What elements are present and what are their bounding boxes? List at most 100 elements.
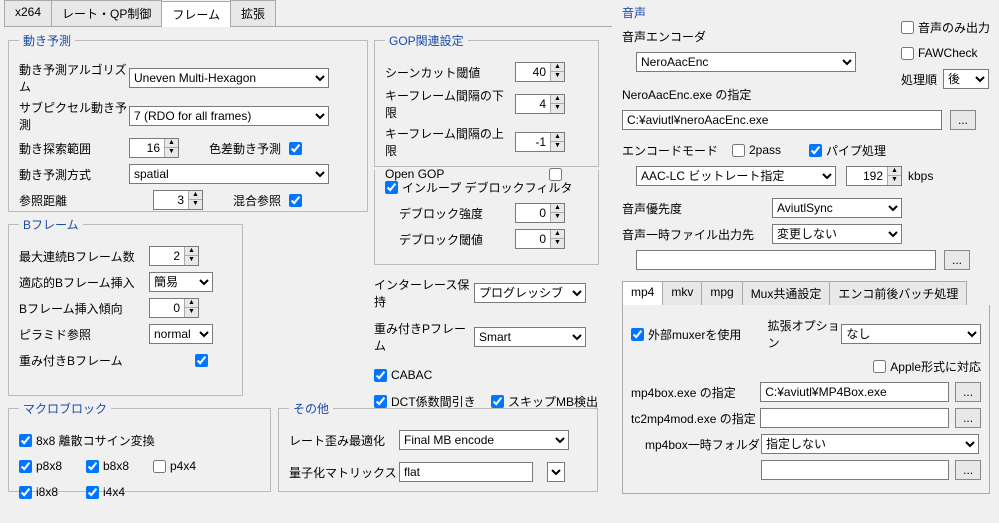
mp4box-temp-browse-button[interactable]: ... xyxy=(955,460,981,480)
subpel-select[interactable]: 7 (RDO for all frames) xyxy=(129,106,329,126)
mux-tab-common[interactable]: Mux共通設定 xyxy=(742,281,831,305)
twopass-label: 2pass xyxy=(749,143,809,157)
interlace-label: インターレース保持 xyxy=(374,276,474,310)
bitrate-spinner[interactable]: ▲▼ xyxy=(846,166,902,186)
ext-muxer-checkbox[interactable] xyxy=(631,328,644,341)
weightp-label: 重み付きPフレーム xyxy=(374,320,474,354)
deblock-thresh-spinner[interactable]: ▲▼ xyxy=(515,229,565,249)
tc2mp4-browse-button[interactable]: ... xyxy=(955,408,981,428)
mp4box-temp-select[interactable]: 指定しない xyxy=(761,434,979,454)
motion-algo-select[interactable]: Uneven Multi-Hexagon xyxy=(129,68,329,88)
b8x8-checkbox[interactable] xyxy=(86,460,99,473)
cabac-checkbox[interactable] xyxy=(374,369,387,382)
scenecut-spinner[interactable]: ▲▼ xyxy=(515,62,565,82)
gop-legend: GOP関連設定 xyxy=(385,32,468,49)
tab-frame[interactable]: フレーム xyxy=(161,1,231,27)
me-method-select[interactable]: spatial xyxy=(129,164,329,184)
encode-mode-select[interactable]: AAC-LC ビットレート指定 xyxy=(636,166,836,186)
inloop-deblock-checkbox[interactable] xyxy=(385,181,398,194)
interlace-select[interactable]: プログレッシブ xyxy=(474,283,586,303)
max-bframes-label: 最大連続Bフレーム数 xyxy=(19,248,149,265)
mux-tab-batch[interactable]: エンコ前後バッチ処理 xyxy=(829,281,967,305)
me-range-label: 動き探索範囲 xyxy=(19,140,129,157)
proc-order-select[interactable]: 後 xyxy=(943,69,989,89)
encode-mode-label: エンコードモード xyxy=(622,142,732,159)
keymin-label: キーフレーム間隔の下限 xyxy=(385,87,515,121)
mp4box-path-input[interactable] xyxy=(760,382,949,402)
b8x8-label: b8x8 xyxy=(103,459,153,473)
gop-fieldset: GOP関連設定 シーンカット閾値 ▲▼ キーフレーム間隔の下限 ▲▼ キーフレー… xyxy=(374,32,599,167)
mixed-ref-checkbox[interactable] xyxy=(289,194,302,207)
tab-rate[interactable]: レート・QP制御 xyxy=(51,0,162,26)
ext-option-label: 拡張オプション xyxy=(768,317,842,351)
mp4box-path-label: mp4box.exe の指定 xyxy=(631,384,760,401)
chroma-me-checkbox[interactable] xyxy=(289,142,302,155)
audio-only-checkbox[interactable] xyxy=(901,21,914,34)
dct8x8-checkbox[interactable] xyxy=(19,434,32,447)
deblock-thresh-label: デブロック閾値 xyxy=(385,231,515,248)
keymax-spinner[interactable]: ▲▼ xyxy=(515,132,565,152)
inloop-deblock-label: インループ デブロックフィルタ xyxy=(402,179,572,196)
mux-tab-mkv[interactable]: mkv xyxy=(662,281,702,305)
nero-path-browse-button[interactable]: ... xyxy=(950,110,976,130)
tab-x264[interactable]: x264 xyxy=(4,0,52,26)
motion-algo-label: 動き予測アルゴリズム xyxy=(19,61,129,95)
apple-compat-checkbox[interactable] xyxy=(873,360,886,373)
audio-temp-out-label: 音声一時ファイル出力先 xyxy=(622,226,772,243)
mux-tab-mp4[interactable]: mp4 xyxy=(622,281,663,305)
tc2mp4-path-input[interactable] xyxy=(760,408,949,428)
weight-b-label: 重み付きBフレーム xyxy=(19,352,149,369)
scenecut-label: シーンカット閾値 xyxy=(385,64,515,81)
fawcheck-checkbox[interactable] xyxy=(901,47,914,60)
rdo-select[interactable]: Final MB encode xyxy=(399,430,569,450)
me-method-label: 動き予測方式 xyxy=(19,166,129,183)
deblock-fieldset: インループ デブロックフィルタ デブロック強度 ▲▼ デブロック閾値 ▲▼ xyxy=(374,170,599,265)
keymin-spinner[interactable]: ▲▼ xyxy=(515,94,565,114)
pyramid-select[interactable]: normal xyxy=(149,324,213,344)
motion-fieldset: 動き予測 動き予測アルゴリズム Uneven Multi-Hexagon サブピ… xyxy=(8,32,368,212)
twopass-checkbox[interactable] xyxy=(732,144,745,157)
me-range-spinner[interactable]: ▲▼ xyxy=(129,138,179,158)
audio-temp-out-select[interactable]: 変更しない xyxy=(772,224,902,244)
subpel-label: サブピクセル動き予測 xyxy=(19,99,129,133)
mp4box-browse-button[interactable]: ... xyxy=(955,382,981,402)
ext-muxer-label: 外部muxerを使用 xyxy=(648,326,768,343)
p4x4-checkbox[interactable] xyxy=(153,460,166,473)
ext-option-select[interactable]: なし xyxy=(841,324,981,344)
max-bframes-spinner[interactable]: ▲▼ xyxy=(149,246,199,266)
audio-temp-browse-button[interactable]: ... xyxy=(944,250,970,270)
chroma-me-label: 色差動き予測 xyxy=(209,140,281,157)
mux-tab-mpg[interactable]: mpg xyxy=(701,281,742,305)
pyramid-label: ピラミド参照 xyxy=(19,326,149,343)
ref-label: 参照距離 xyxy=(19,192,129,209)
p4x4-label: p4x4 xyxy=(170,459,196,473)
deblock-strength-spinner[interactable]: ▲▼ xyxy=(515,203,565,223)
p8x8-checkbox[interactable] xyxy=(19,460,32,473)
ref-spinner[interactable]: ▲▼ xyxy=(153,190,203,210)
mp4box-temp-label: mp4box一時フォルダ xyxy=(631,436,761,453)
audio-encoder-select[interactable]: NeroAacEnc xyxy=(636,52,856,72)
mp4box-temp-path-input[interactable] xyxy=(761,460,949,480)
left-top-tabs: x264 レート・QP制御 フレーム 拡張 xyxy=(4,0,612,27)
weight-b-checkbox[interactable] xyxy=(195,354,208,367)
quant-matrix-dropdown[interactable] xyxy=(547,462,565,482)
weightp-select[interactable]: Smart xyxy=(474,327,586,347)
audio-temp-path-input[interactable] xyxy=(636,250,936,270)
dct8x8-label: 8x8 離散コサイン変換 xyxy=(36,432,155,449)
adapt-bframe-label: 適応的Bフレーム挿入 xyxy=(19,274,149,291)
mux-tabs: mp4 mkv mpg Mux共通設定 エンコ前後バッチ処理 xyxy=(622,281,990,305)
quant-matrix-input[interactable] xyxy=(399,462,533,482)
pipe-label: パイプ処理 xyxy=(826,142,886,159)
kbps-label: kbps xyxy=(908,169,933,183)
i4x4-checkbox[interactable] xyxy=(86,486,99,499)
adapt-bframe-select[interactable]: 簡易 xyxy=(149,272,213,292)
nero-path-input[interactable] xyxy=(622,110,942,130)
audio-only-label: 音声のみ出力 xyxy=(918,19,990,36)
apple-compat-label: Apple形式に対応 xyxy=(890,358,981,375)
tab-ext[interactable]: 拡張 xyxy=(230,0,276,26)
pipe-checkbox[interactable] xyxy=(809,144,822,157)
bframe-bias-spinner[interactable]: ▲▼ xyxy=(149,298,199,318)
audio-priority-select[interactable]: AviutlSync xyxy=(772,198,902,218)
i8x8-checkbox[interactable] xyxy=(19,486,32,499)
other-fieldset: その他 レート歪み最適化 Final MB encode 量子化マトリックス xyxy=(278,400,598,492)
